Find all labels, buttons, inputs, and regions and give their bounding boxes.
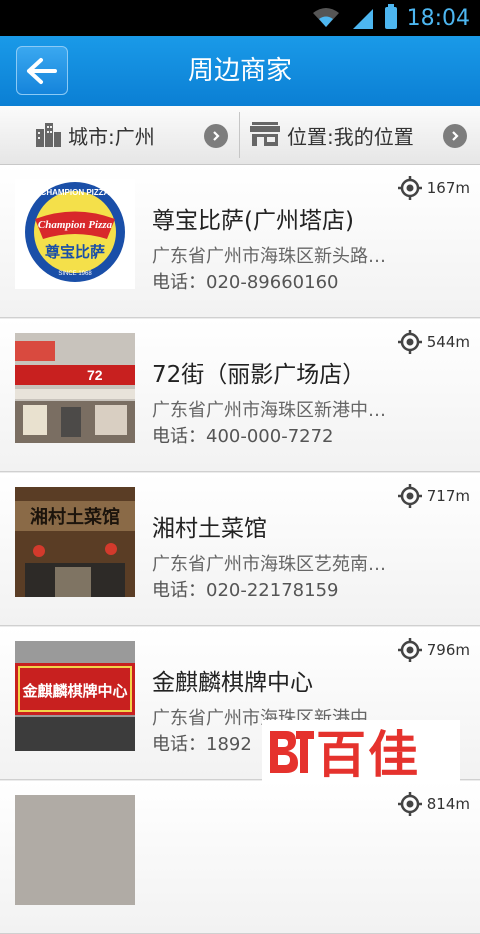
svg-text:尊宝比萨: 尊宝比萨 (45, 243, 105, 261)
distance-indicator: 814m (397, 791, 470, 817)
distance-indicator: 167m (397, 175, 470, 201)
watermark: 百佳 (262, 720, 460, 784)
location-target-icon (397, 792, 422, 816)
app-header: 周边商家 (0, 36, 480, 106)
page-title: 周边商家 (187, 56, 292, 86)
merchant-list-item[interactable]: CHAMPION PIZZA Champion Pizza 尊宝比萨 SINCE… (0, 165, 480, 318)
back-button[interactable] (16, 46, 68, 95)
city-chevron-right-icon (204, 124, 228, 148)
champion-pizza-logo: CHAMPION PIZZA Champion Pizza 尊宝比萨 SINCE… (25, 182, 125, 282)
back-arrow-icon (27, 57, 57, 84)
battery-icon (384, 4, 397, 29)
merchant-phone: 电话：020-89660160 (152, 272, 339, 293)
merchant-thumbnail: 72 (15, 333, 135, 443)
location-chevron-right-icon (443, 124, 467, 148)
svg-text:金麒麟棋牌中心: 金麒麟棋牌中心 (21, 682, 127, 700)
city-buildings-icon (36, 123, 61, 147)
merchant-name: 湘村土菜馆 (152, 516, 267, 542)
merchant-list-item[interactable]: 72 544m 72街（丽影广场店） 广东省广州市海珠区新港中… 电话：400-… (0, 319, 480, 472)
filter-divider (239, 112, 240, 158)
svg-text:SINCE 1968: SINCE 1968 (58, 271, 92, 277)
location-target-icon (397, 638, 422, 662)
wifi-icon (312, 8, 339, 27)
storefront-photo-jinqilin: 金麒麟棋牌中心 (15, 641, 135, 751)
location-target-icon (397, 484, 422, 508)
merchant-address: 广东省广州市海珠区艺苑南… (152, 554, 386, 575)
distance-text: 717m (426, 487, 470, 505)
city-filter[interactable]: 城市:广州 (34, 106, 239, 164)
svg-text:CHAMPION PIZZA: CHAMPION PIZZA (41, 188, 110, 197)
watermark-text: 百佳 (316, 726, 420, 784)
merchant-address: 广东省广州市海珠区新头路… (152, 246, 386, 267)
distance-text: 796m (426, 641, 470, 659)
merchant-thumbnail: 湘村土菜馆 (15, 487, 135, 597)
filter-bar: 城市:广州 位置:我的位置 (0, 106, 480, 165)
merchant-phone: 电话：400-000-7272 (152, 426, 334, 447)
location-target-icon (397, 176, 422, 200)
location-filter-label: 位置:我的位置 (287, 124, 414, 149)
svg-text:Champion Pizza: Champion Pizza (38, 219, 113, 231)
distance-text: 167m (426, 179, 470, 197)
merchant-address: 广东省广州市海珠区新港中… (152, 400, 386, 421)
storefront-photo-xiangcun: 湘村土菜馆 (15, 487, 135, 597)
distance-indicator: 544m (397, 329, 470, 355)
svg-text:湘村土菜馆: 湘村土菜馆 (30, 506, 120, 528)
status-bar: 18:04 (0, 0, 480, 36)
merchant-thumbnail (15, 795, 135, 905)
svg-text:72: 72 (87, 367, 103, 383)
watermark-logo-icon (270, 731, 314, 773)
merchant-name: 金麒麟棋牌中心 (152, 670, 313, 696)
shop-storefront-icon (250, 122, 280, 146)
merchant-phone: 电话：020-22178159 (152, 580, 339, 601)
signal-icon (352, 9, 373, 29)
status-icons: 18:04 (311, 0, 470, 36)
merchant-thumbnail: 金麒麟棋牌中心 (15, 641, 135, 751)
merchant-list-item[interactable]: 814m (0, 781, 480, 934)
distance-indicator: 796m (397, 637, 470, 663)
location-target-icon (397, 330, 422, 354)
city-filter-label: 城市:广州 (68, 124, 155, 149)
merchant-thumbnail: CHAMPION PIZZA Champion Pizza 尊宝比萨 SINCE… (15, 179, 135, 289)
merchant-phone: 电话：1892 (152, 734, 252, 755)
distance-text: 544m (426, 333, 470, 351)
storefront-photo-72: 72 (15, 333, 135, 443)
distance-indicator: 717m (397, 483, 470, 509)
distance-text: 814m (426, 795, 470, 813)
merchant-name: 72街（丽影广场店） (152, 362, 366, 388)
merchant-name: 尊宝比萨(广州塔店) (152, 208, 354, 234)
merchant-list-item[interactable]: 湘村土菜馆 717m 湘村土菜馆 广东省广州市海珠区艺苑南… 电话：020-22… (0, 473, 480, 626)
status-time: 18:04 (406, 5, 470, 31)
location-filter[interactable]: 位置:我的位置 (249, 106, 480, 164)
